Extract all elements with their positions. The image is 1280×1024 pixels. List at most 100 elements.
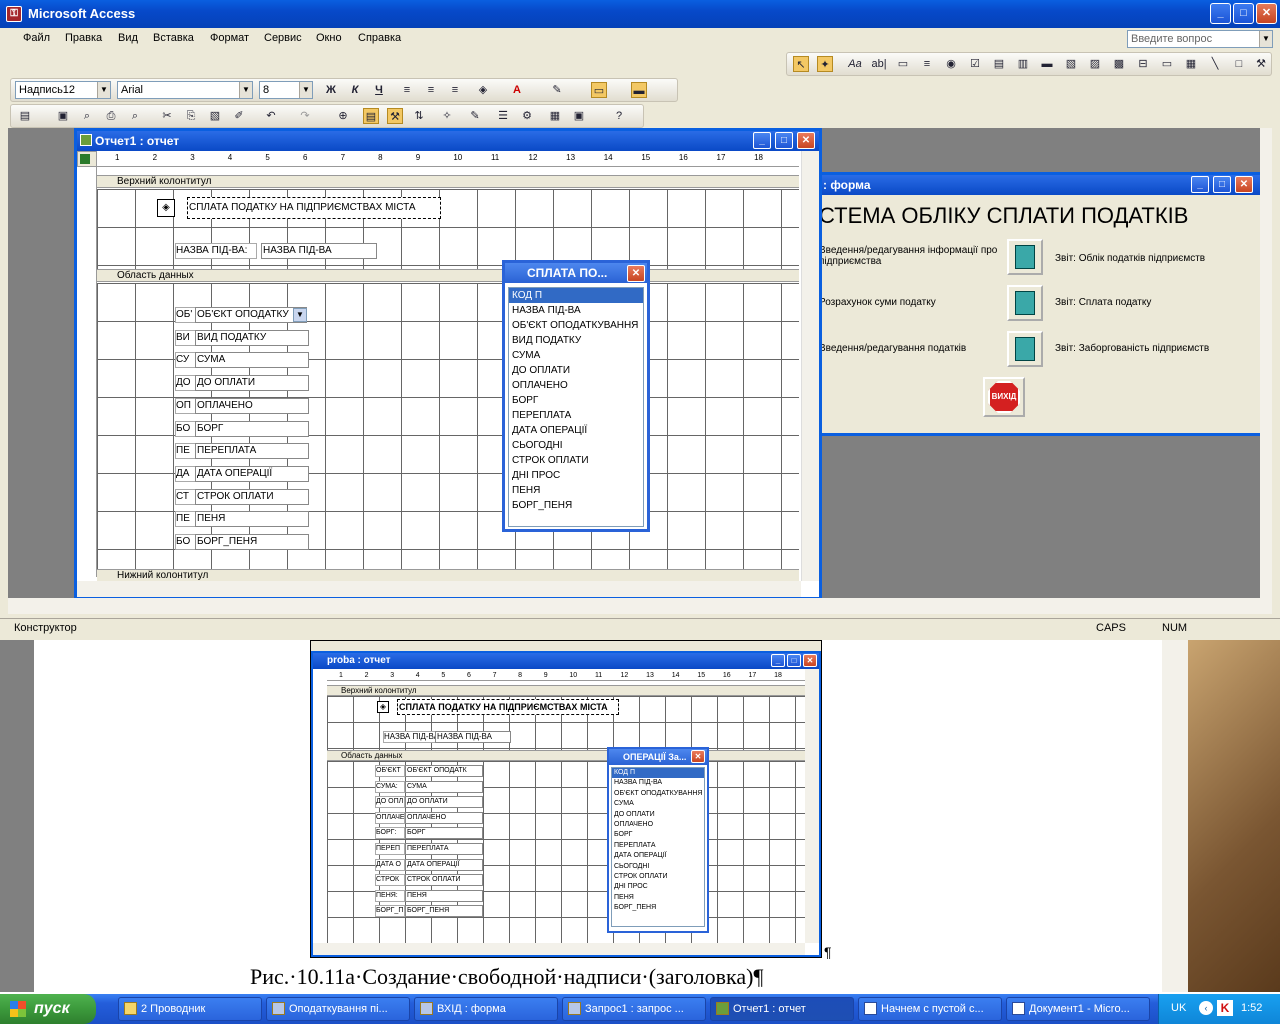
detail-field[interactable]: БОРГ <box>195 420 309 437</box>
field-list-item[interactable]: ПЕРЕПЛАТА <box>509 408 643 423</box>
wizard-icon[interactable]: ✦ <box>817 56 833 72</box>
exit-button[interactable]: ВИХІД <box>983 377 1025 417</box>
field-list-item[interactable]: ПЕРЕПЛАТА <box>612 841 704 851</box>
bold-icon[interactable]: Ж <box>323 82 339 98</box>
field-list-item[interactable]: ОБ'ЄКТ ОПОДАТКУВАННЯ <box>612 789 704 799</box>
field-list-item[interactable]: БОРГ <box>612 830 704 840</box>
detail-label[interactable]: БО <box>175 420 197 437</box>
detail-field[interactable]: ОПЛАЧЕНО <box>195 397 309 414</box>
search-icon[interactable]: ⌕ <box>79 108 95 124</box>
detail-field[interactable]: БОРГ_ПЕНЯ <box>195 534 309 550</box>
field-list-item[interactable]: ОБ'ЄКТ ОПОДАТКУВАННЯ <box>509 318 643 333</box>
toolbox-icon[interactable]: ⚒ <box>387 108 403 124</box>
detail-label[interactable]: ДА <box>175 465 197 482</box>
field-list-item[interactable]: НАЗВА ПІД-ВА <box>612 778 704 788</box>
save-icon[interactable]: ▣ <box>55 108 71 124</box>
detail-field[interactable]: ПЕНЯ <box>195 511 309 528</box>
view-icon[interactable]: ▤ <box>17 108 33 124</box>
field-list-item[interactable]: ВИД ПОДАТКУ <box>509 333 643 348</box>
field-list-icon[interactable]: ▤ <box>363 108 379 124</box>
field-list-item[interactable]: СТРОК ОПЛАТИ <box>509 453 643 468</box>
report-close-button[interactable]: ✕ <box>797 132 815 149</box>
menu-format[interactable]: Формат <box>210 32 249 44</box>
report-horizontal-scrollbar[interactable] <box>77 581 801 597</box>
task-word-start[interactable]: Начнем с пустой с... <box>858 997 1002 1021</box>
code-icon[interactable]: ✎ <box>467 108 483 124</box>
database-window-icon[interactable]: ▦ <box>547 108 563 124</box>
maximize-button[interactable]: □ <box>1233 3 1254 24</box>
special-effect-icon[interactable]: ▬ <box>631 82 647 98</box>
line-color-icon[interactable]: ✎ <box>549 82 565 98</box>
detail-label[interactable]: ОБ' <box>175 307 197 323</box>
detail-field[interactable]: СТРОК ОПЛАТИ <box>195 488 309 505</box>
field-list-item[interactable]: ДО ОПЛАТИ <box>612 810 704 820</box>
field-list-item[interactable]: СУМА <box>612 799 704 809</box>
chevron-down-icon[interactable]: ▼ <box>239 82 252 98</box>
task-opodatkuvannia[interactable]: Оподаткування пі... <box>266 997 410 1021</box>
report-selector[interactable] <box>77 151 97 167</box>
properties-icon[interactable]: ☰ <box>495 108 511 124</box>
print-icon[interactable]: ⎙ <box>103 108 119 124</box>
more-controls-icon[interactable]: ⚒ <box>1253 56 1269 72</box>
detail-label[interactable]: БО <box>175 534 197 550</box>
field-list-item[interactable]: БОРГ_ПЕНЯ <box>509 498 643 513</box>
font-size-select[interactable]: 8 ▼ <box>259 81 313 99</box>
form-maximize-button[interactable]: □ <box>1213 176 1231 193</box>
select-pointer-icon[interactable]: ↖ <box>793 56 809 72</box>
report-1-button[interactable] <box>1007 239 1043 275</box>
detail-label[interactable]: ОП <box>175 397 197 414</box>
mdi-vertical-scrollbar[interactable] <box>1260 128 1272 598</box>
italic-icon[interactable]: К <box>347 82 363 98</box>
field-list-item[interactable]: ДНІ ПРОС <box>612 882 704 892</box>
help-icon[interactable]: ? <box>611 108 627 124</box>
field-list-item[interactable]: ДО ОПЛАТИ <box>509 363 643 378</box>
redo-icon[interactable]: ↷ <box>297 108 313 124</box>
menu-file[interactable]: Файл <box>23 32 50 44</box>
report-vertical-scrollbar[interactable] <box>801 151 819 581</box>
access-key-icon[interactable]: ⚿ <box>6 6 22 22</box>
tab-control-icon[interactable]: ▭ <box>1159 56 1175 72</box>
section-detail[interactable]: Область данных <box>97 269 799 282</box>
listbox-tool-icon[interactable]: ▥ <box>1015 56 1031 72</box>
task-explorer[interactable]: 2 Проводник <box>118 997 262 1021</box>
report-maximize-button[interactable]: □ <box>775 132 793 149</box>
builder-icon[interactable]: ⚙ <box>519 108 535 124</box>
form-minimize-button[interactable]: _ <box>1191 176 1209 193</box>
cut-icon[interactable]: ✂ <box>159 108 175 124</box>
paste-icon[interactable]: ▧ <box>207 108 223 124</box>
field-list-item[interactable]: ДАТА ОПЕРАЦІЇ <box>509 423 643 438</box>
object-select[interactable]: Надпись12 ▼ <box>15 81 111 99</box>
start-button[interactable]: пуск <box>0 994 96 1024</box>
antivirus-icon[interactable]: K <box>1217 1000 1233 1016</box>
doc-vertical-scrollbar[interactable] <box>1162 640 1188 992</box>
radio-tool-icon[interactable]: ◉ <box>943 56 959 72</box>
help-search-input[interactable]: Введите вопрос ▼ <box>1127 30 1273 48</box>
chevron-down-icon[interactable]: ▼ <box>1259 31 1272 47</box>
line-tool-icon[interactable]: ╲ <box>1207 56 1223 72</box>
task-document1[interactable]: Документ1 - Micro... <box>1006 997 1150 1021</box>
align-center-icon[interactable]: ≡ <box>423 82 439 98</box>
section-page-header[interactable]: Верхний колонтитул <box>97 175 799 188</box>
format-painter-icon[interactable]: ✐ <box>231 108 247 124</box>
font-select[interactable]: Arial ▼ <box>117 81 253 99</box>
unbound-frame-icon[interactable]: ▨ <box>1087 56 1103 72</box>
tray-expand-icon[interactable]: ‹ <box>1199 1001 1213 1015</box>
menu-edit[interactable]: Правка <box>65 32 102 44</box>
field-list-item[interactable]: СЬОГОДНІ <box>509 438 643 453</box>
copy-icon[interactable]: ⎘ <box>183 108 199 124</box>
rectangle-tool-icon[interactable]: □ <box>1231 56 1247 72</box>
new-object-icon[interactable]: ▣ <box>571 108 587 124</box>
undo-icon[interactable]: ↶ <box>263 108 279 124</box>
report-minimize-button[interactable]: _ <box>753 132 771 149</box>
font-color-icon[interactable]: A <box>509 82 525 98</box>
menu-insert[interactable]: Вставка <box>153 32 194 44</box>
report-heading-label[interactable]: СПЛАТА ПОДАТКУ НА ПІДПРИЄМСТВАХ МІСТА <box>187 197 441 219</box>
field-list-item[interactable]: БОРГ <box>509 393 643 408</box>
detail-label[interactable]: ДО <box>175 375 197 392</box>
sorting-grouping-icon[interactable]: ⇅ <box>411 108 427 124</box>
detail-label[interactable]: ПЕ <box>175 443 197 460</box>
menu-window[interactable]: Окно <box>316 32 342 44</box>
field-list-item[interactable]: БОРГ_ПЕНЯ <box>612 903 704 913</box>
field-list-item[interactable]: КОД П <box>612 768 704 779</box>
field-list-item[interactable]: КОД П <box>509 288 643 303</box>
